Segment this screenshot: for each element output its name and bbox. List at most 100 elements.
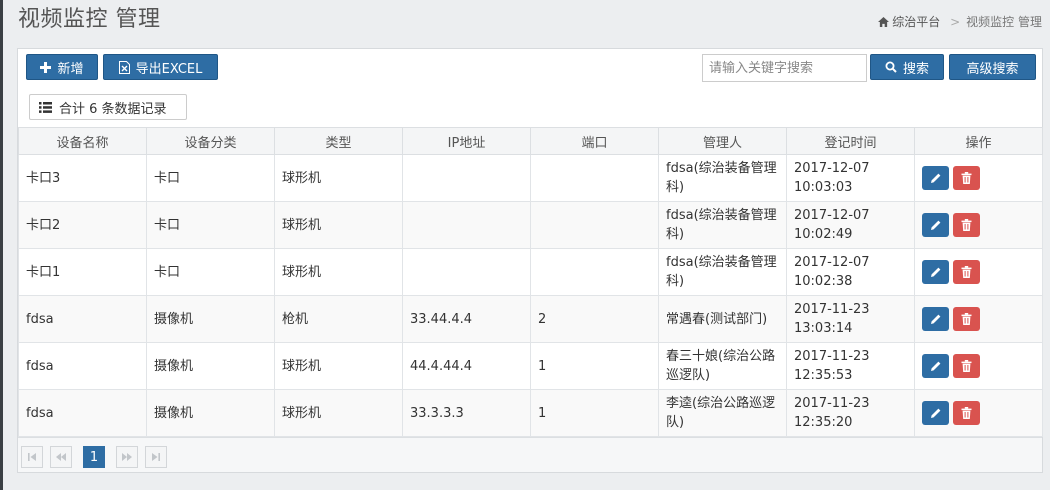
cell-type: 球形机 — [274, 342, 403, 390]
cell-device-category: 摄像机 — [146, 389, 275, 437]
cell-type: 球形机 — [274, 154, 403, 202]
delete-button[interactable] — [953, 307, 980, 331]
cell-actions — [914, 248, 1043, 296]
delete-button[interactable] — [953, 213, 980, 237]
edit-button[interactable] — [922, 213, 949, 237]
col-header-manager[interactable]: 管理人 — [658, 127, 787, 155]
col-header-device-name[interactable]: 设备名称 — [18, 127, 147, 155]
delete-button[interactable] — [953, 354, 980, 378]
pencil-icon — [930, 361, 940, 371]
trash-icon — [961, 313, 972, 325]
edit-button[interactable] — [922, 166, 949, 190]
table-row[interactable]: fdsa 摄像机 球形机 33.3.3.3 1 李逵(综治公路巡逻队) 2017-11-23… — [18, 389, 1043, 437]
next-page-icon — [122, 453, 132, 461]
cell-actions — [914, 342, 1043, 390]
cell-device-category: 摄像机 — [146, 295, 275, 343]
trash-icon — [961, 172, 972, 184]
breadcrumb-home-label: 综治平台 — [892, 15, 941, 29]
add-button-label: 新增 — [57, 61, 84, 77]
export-excel-button[interactable]: 导出EXCEL — [103, 54, 218, 80]
cell-register-time: 2017-12-07 10:02:38 — [786, 248, 915, 296]
breadcrumb-separator: > — [950, 15, 961, 29]
cell-actions — [914, 295, 1043, 343]
add-button[interactable]: 新增 — [26, 54, 98, 80]
pagination: 1 — [18, 437, 1042, 472]
cell-type: 球形机 — [274, 248, 403, 296]
cell-ip: 33.3.3.3 — [402, 389, 531, 437]
cell-port: 2 — [530, 295, 659, 343]
breadcrumb-home[interactable]: 综治平台 — [878, 15, 944, 29]
advanced-search-button[interactable]: 高级搜索 — [949, 54, 1036, 80]
cell-register-time: 2017-12-07 10:02:49 — [786, 201, 915, 249]
table-body: 卡口3 卡口 球形机 fdsa(综治装备管理科) 2017-12-07 10:03:03… — [18, 154, 1043, 437]
table-row[interactable]: fdsa 摄像机 枪机 33.44.4.4 2 常遇春(测试部门) 2017-11-23 1… — [18, 295, 1043, 343]
cell-port: 1 — [530, 342, 659, 390]
cell-manager: fdsa(综治装备管理科) — [658, 201, 787, 249]
last-page-icon — [152, 453, 160, 461]
pencil-icon — [930, 408, 940, 418]
col-header-ip[interactable]: IP地址 — [402, 127, 531, 155]
record-count-text: 合计 6 条数据记录 — [59, 101, 167, 117]
table-row[interactable]: 卡口1 卡口 球形机 fdsa(综治装备管理科) 2017-12-07 10:02:38 — [18, 248, 1043, 296]
export-button-label: 导出EXCEL — [135, 61, 203, 77]
trash-icon — [961, 407, 972, 419]
delete-button[interactable] — [953, 260, 980, 284]
search-icon — [885, 61, 897, 73]
edit-button[interactable] — [922, 307, 949, 331]
cell-ip — [402, 154, 531, 202]
edit-button[interactable] — [922, 354, 949, 378]
cell-type: 枪机 — [274, 295, 403, 343]
cell-port — [530, 248, 659, 296]
col-header-device-category[interactable]: 设备分类 — [146, 127, 275, 155]
pencil-icon — [930, 173, 940, 183]
record-count-button[interactable]: 合计 6 条数据记录 — [29, 94, 187, 120]
cell-manager: 常遇春(测试部门) — [658, 295, 787, 343]
excel-icon — [118, 60, 130, 74]
table-row[interactable]: 卡口3 卡口 球形机 fdsa(综治装备管理科) 2017-12-07 10:03:03 — [18, 154, 1043, 202]
last-page-button[interactable] — [145, 446, 167, 468]
cell-device-name: 卡口2 — [18, 201, 147, 249]
pencil-icon — [930, 267, 940, 277]
col-header-type[interactable]: 类型 — [274, 127, 403, 155]
cell-manager: fdsa(综治装备管理科) — [658, 154, 787, 202]
page-button-current[interactable]: 1 — [83, 446, 105, 468]
cell-type: 球形机 — [274, 389, 403, 437]
search-button[interactable]: 搜索 — [870, 54, 944, 80]
delete-button[interactable] — [953, 401, 980, 425]
table-header-row: 设备名称 设备分类 类型 IP地址 端口 管理人 登记时间 操作 — [18, 127, 1043, 155]
first-page-icon — [28, 453, 36, 461]
first-page-button[interactable] — [21, 446, 43, 468]
search-input[interactable] — [702, 54, 867, 82]
table-row[interactable]: 卡口2 卡口 球形机 fdsa(综治装备管理科) 2017-12-07 10:02:49 — [18, 201, 1043, 249]
cell-device-category: 卡口 — [146, 248, 275, 296]
cell-actions — [914, 389, 1043, 437]
next-page-button[interactable] — [116, 446, 138, 468]
edit-button[interactable] — [922, 401, 949, 425]
edit-button[interactable] — [922, 260, 949, 284]
cell-register-time: 2017-12-07 10:03:03 — [786, 154, 915, 202]
cell-device-name: fdsa — [18, 342, 147, 390]
pencil-icon — [930, 220, 940, 230]
col-header-register-time[interactable]: 登记时间 — [786, 127, 915, 155]
search-button-label: 搜索 — [902, 61, 929, 77]
cell-ip — [402, 248, 531, 296]
trash-icon — [961, 360, 972, 372]
cell-manager: 春三十娘(综治公路巡逻队) — [658, 342, 787, 390]
plus-icon — [40, 61, 52, 73]
trash-icon — [961, 266, 972, 278]
cell-actions — [914, 201, 1043, 249]
prev-page-button[interactable] — [50, 446, 72, 468]
cell-device-category: 卡口 — [146, 154, 275, 202]
cell-type: 球形机 — [274, 201, 403, 249]
left-edge-strip — [0, 0, 3, 490]
table-row[interactable]: fdsa 摄像机 球形机 44.4.44.4 1 春三十娘(综治公路巡逻队) 2017-11… — [18, 342, 1043, 390]
page-title: 视频监控 管理 — [18, 7, 161, 32]
cell-register-time: 2017-11-23 12:35:20 — [786, 389, 915, 437]
device-table: 设备名称 设备分类 类型 IP地址 端口 管理人 登记时间 操作 卡口3 卡口 球形… — [18, 127, 1043, 437]
main-panel: 新增 导出EXCEL 搜索 高级搜索 合计 6 条数据记录 设备名称 设备分类 … — [17, 48, 1043, 473]
col-header-port[interactable]: 端口 — [530, 127, 659, 155]
delete-button[interactable] — [953, 166, 980, 190]
cell-device-name: 卡口3 — [18, 154, 147, 202]
cell-actions — [914, 154, 1043, 202]
pencil-icon — [930, 314, 940, 324]
